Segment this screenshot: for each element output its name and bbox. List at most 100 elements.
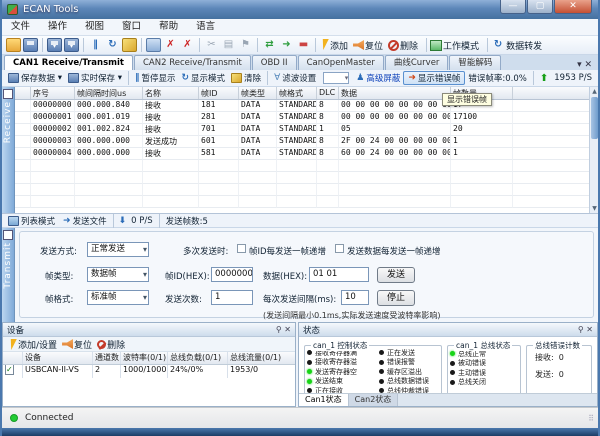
tab-can2[interactable]: CAN2 Receive/Transmit <box>134 55 251 70</box>
scroll-down-icon[interactable]: ▼ <box>590 204 599 213</box>
device-close-icon[interactable]: ✕ <box>284 325 291 334</box>
remove-device-button[interactable]: 删除 <box>400 39 418 52</box>
close-button[interactable]: ✕ <box>554 0 592 14</box>
send-button[interactable]: 发送 <box>377 267 415 283</box>
resize-grip[interactable]: ⠿ <box>588 414 594 423</box>
status-close-icon[interactable]: ✕ <box>586 325 593 334</box>
save-dropdown-icon[interactable]: ▾ <box>47 38 62 52</box>
header-checkbox-column[interactable] <box>15 87 31 99</box>
pin-icon[interactable]: ⚲ <box>276 325 282 334</box>
receive-side-tab[interactable]: Receive <box>2 87 15 213</box>
realtime-save-button[interactable]: 实时保存 ▾ <box>68 72 122 84</box>
data-forward-button[interactable]: 数据转发 <box>506 39 542 52</box>
table-row[interactable]: 00000002001.002.824接收701DATASTANDARD1052… <box>15 124 598 136</box>
interval-input[interactable]: 10 <box>341 290 369 305</box>
tab-overflow-controls[interactable]: ▾ ✕ <box>577 60 598 70</box>
cut-icon[interactable]: ✂ <box>204 38 219 52</box>
device-add-setup-button[interactable]: 添加/设置 <box>18 338 57 351</box>
header-name[interactable]: 名称 <box>143 87 199 99</box>
tab-can1-status[interactable]: Can1状态 <box>299 394 349 406</box>
device-reset-button[interactable]: 复位 <box>74 338 92 351</box>
save-data-button[interactable]: 保存数据 ▾ <box>8 72 62 84</box>
device-header-name[interactable]: 设备 <box>23 352 93 364</box>
table-row[interactable]: 00000003000.000.000发送成功601DATASTANDARD82… <box>15 136 598 148</box>
device-header-traffic[interactable]: 总线流量(0/1) <box>228 352 295 364</box>
copy-icon[interactable] <box>146 38 161 52</box>
data-hex-input[interactable]: 01 01 <box>309 267 369 282</box>
pause-icon[interactable]: ‖ <box>88 38 103 52</box>
header-data[interactable]: 数据 <box>339 87 451 99</box>
add-device-button[interactable]: 添加 <box>330 39 348 52</box>
tab-can2-status[interactable]: Can2状态 <box>349 394 399 406</box>
tab-obd2[interactable]: OBD II <box>252 55 297 70</box>
status-pin-icon[interactable]: ⚲ <box>578 325 584 334</box>
menu-window[interactable]: 窗口 <box>113 19 150 35</box>
display-mode-button[interactable]: ↻显示模式 <box>181 72 225 84</box>
menu-language[interactable]: 语言 <box>187 19 224 35</box>
minimize-button[interactable]: — <box>500 0 526 14</box>
menu-file[interactable]: 文件 <box>2 19 39 35</box>
pause-display-button[interactable]: ‖暂停显示 <box>135 72 176 84</box>
list-mode-button[interactable]: 列表模式 <box>8 215 55 227</box>
device-header-channels[interactable]: 通道数 <box>93 352 121 364</box>
header-frame-type[interactable]: 帧类型 <box>239 87 277 99</box>
id-increment-checkbox[interactable] <box>237 244 246 253</box>
advanced-mask-button[interactable]: ♟高级屏蔽 <box>356 72 400 84</box>
device-reset-icon <box>62 339 73 349</box>
header-seq[interactable]: 序号 <box>31 87 75 99</box>
clear-icon[interactable] <box>122 38 137 52</box>
send-mode-select[interactable]: 正常发送 <box>87 242 149 257</box>
header-dlc[interactable]: DLC <box>317 87 339 99</box>
table-row[interactable]: 00000004000.000.000接收581DATASTANDARD860 … <box>15 148 598 160</box>
paste-icon[interactable]: ▤ <box>221 38 236 52</box>
frame-id-input[interactable]: 00000000 <box>211 267 253 282</box>
show-error-frames-toggle[interactable]: ➜显示错误帧 <box>403 71 465 85</box>
filter-combobox[interactable]: ▾ <box>323 72 349 84</box>
transmit-side-tab[interactable]: Transmit <box>2 228 15 322</box>
flag-icon[interactable]: ⚑ <box>238 38 253 52</box>
header-frame-id[interactable]: 帧ID <box>199 87 239 99</box>
device-row[interactable]: ✓ USBCAN-II-VS 2 1000/1000 24%/0% 1953/0 <box>3 365 295 378</box>
tab-can1[interactable]: CAN1 Receive/Transmit <box>4 55 133 70</box>
forward-icon[interactable]: ➜ <box>279 38 294 52</box>
minus-icon[interactable]: ▬ <box>296 38 311 52</box>
filter-icon: ∀ <box>274 73 280 83</box>
data-increment-checkbox[interactable] <box>335 244 344 253</box>
device-remove-button[interactable]: 删除 <box>107 338 125 351</box>
edit-icon[interactable]: ✗ <box>163 38 178 52</box>
connection-status-icon <box>10 414 18 422</box>
delete-frame-icon[interactable]: ✗ <box>180 38 195 52</box>
exchange-icon[interactable]: ⇄ <box>262 38 277 52</box>
tab-canopenmaster[interactable]: CanOpenMaster <box>298 55 384 70</box>
frame-format-select[interactable]: 标准帧 <box>87 290 149 305</box>
reset-device-button[interactable]: 复位 <box>365 39 383 52</box>
menu-operate[interactable]: 操作 <box>39 19 76 35</box>
refresh-icon[interactable]: ↻ <box>105 38 120 52</box>
stop-button[interactable]: 停止 <box>377 290 415 306</box>
device-header-baud[interactable]: 波特率(0/1) <box>121 352 168 364</box>
open-file-icon[interactable] <box>6 38 21 52</box>
device-enabled-checkbox[interactable]: ✓ <box>5 365 14 375</box>
filter-settings-button[interactable]: ∀滤波设置 <box>274 72 316 84</box>
tab-curve[interactable]: 曲线Curver <box>385 55 449 70</box>
frame-type-select[interactable]: 数据帧 <box>87 267 149 282</box>
maximize-button[interactable]: ▢ <box>527 0 553 14</box>
table-row[interactable]: 00000001000.001.019接收281DATASTANDARD800 … <box>15 112 598 124</box>
header-frame-format[interactable]: 帧格式 <box>277 87 317 99</box>
select-all-checkbox[interactable] <box>3 89 13 99</box>
clear-button[interactable]: 清除 <box>231 72 261 84</box>
table-row[interactable]: 00000000000.000.840接收181DATASTANDARD800 … <box>15 100 598 112</box>
scroll-up-icon[interactable]: ▲ <box>590 87 599 96</box>
send-count-input[interactable]: 1 <box>211 290 253 305</box>
device-header-load[interactable]: 总线负载(0/1) <box>168 352 228 364</box>
work-mode-button[interactable]: 工作模式 <box>443 39 479 52</box>
menu-view[interactable]: 视图 <box>76 19 113 35</box>
header-interval[interactable]: 帧间隔时间us <box>75 87 143 99</box>
scroll-thumb[interactable] <box>591 97 598 139</box>
save-icon[interactable] <box>23 38 38 52</box>
load-dropdown-icon[interactable]: ▾ <box>64 38 79 52</box>
table-scrollbar[interactable]: ▲ ▼ <box>589 87 598 213</box>
send-file-button[interactable]: ➜发送文件 <box>61 215 107 227</box>
tab-smart-decode[interactable]: 智能解码 <box>449 55 501 70</box>
menu-help[interactable]: 帮助 <box>150 19 187 35</box>
